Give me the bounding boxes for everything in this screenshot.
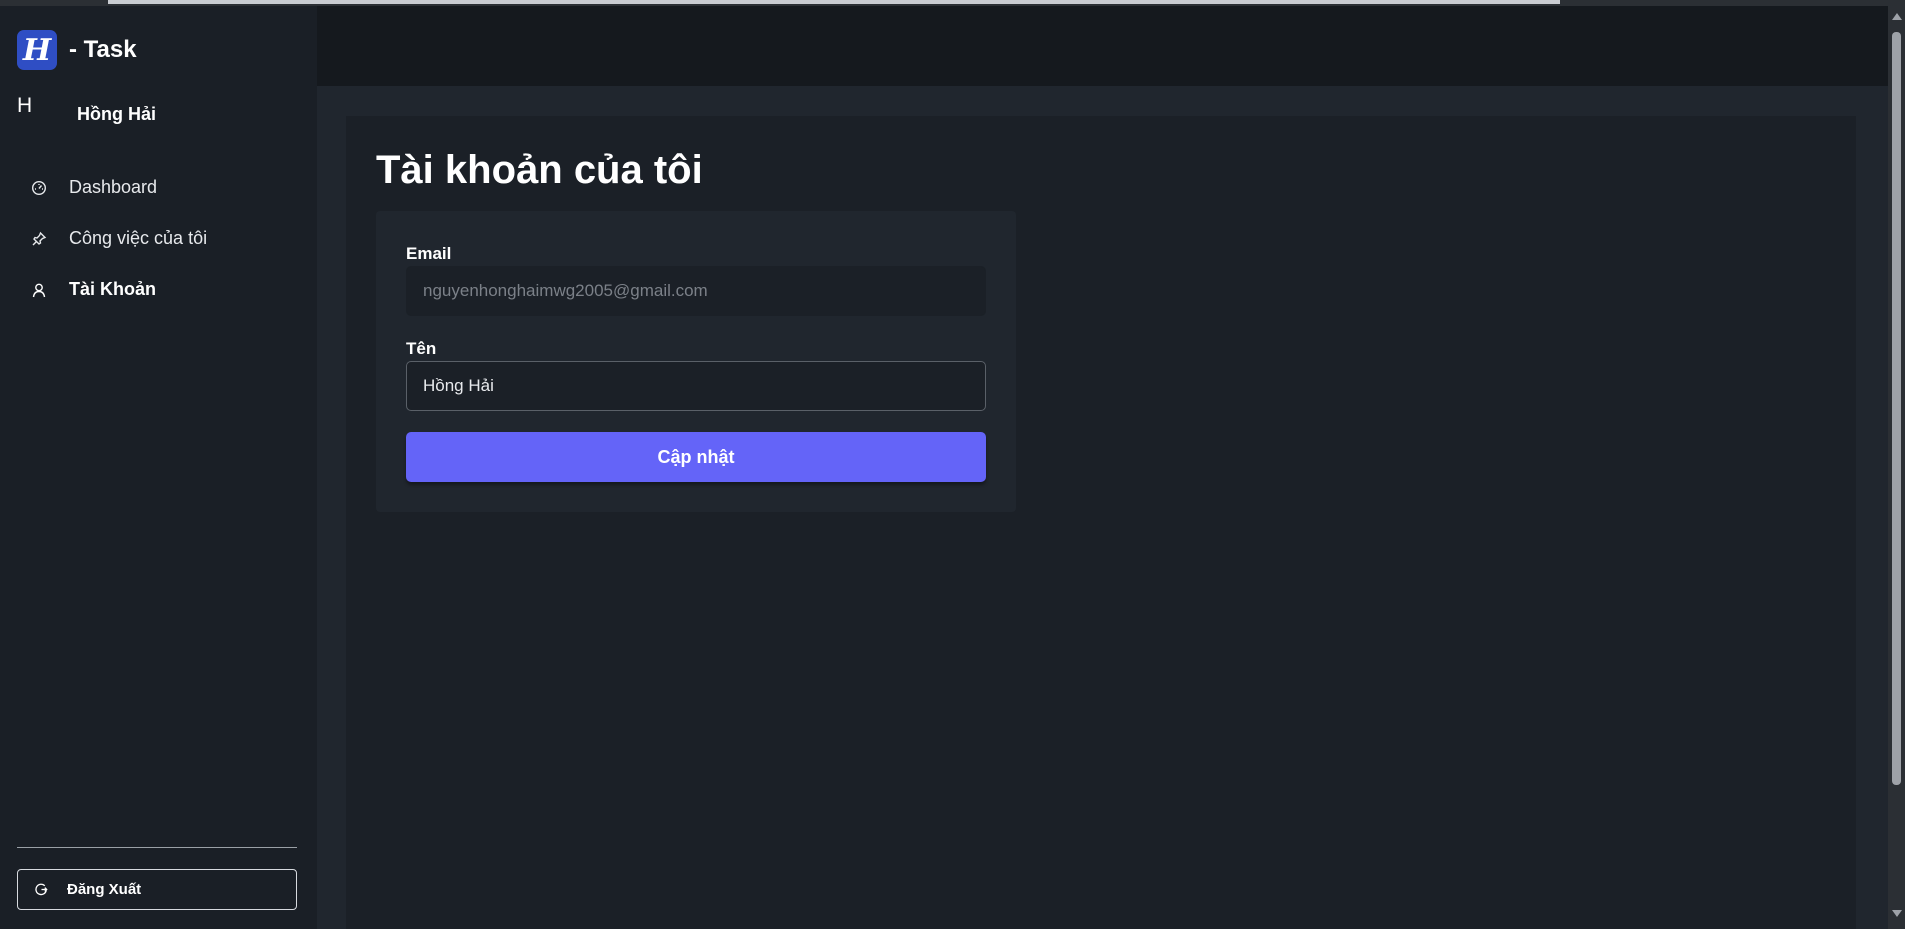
logout-icon bbox=[35, 883, 48, 896]
content-panel: Tài khoản của tôi Email Tên Cập nhật bbox=[346, 116, 1856, 929]
sidebar-item-label: Tài Khoản bbox=[69, 279, 157, 299]
logo-letter: H bbox=[22, 32, 52, 68]
page-title: Tài khoản của tôi bbox=[376, 148, 703, 192]
update-button[interactable]: Cập nhật bbox=[406, 432, 986, 482]
pin-icon bbox=[32, 231, 47, 245]
sidebar-divider bbox=[17, 847, 297, 848]
sidebar-nav: Dashboard Công việc của tôi Tài Khoản bbox=[17, 162, 297, 315]
user-name: Hồng Hải bbox=[77, 104, 156, 124]
logout-label: Đăng Xuất bbox=[67, 881, 142, 898]
scroll-down-arrow-icon[interactable] bbox=[1892, 910, 1902, 917]
scrollbar-thumb[interactable] bbox=[1892, 32, 1901, 785]
sidebar-item-label: Dashboard bbox=[69, 177, 158, 197]
account-form-card: Email Tên Cập nhật bbox=[376, 211, 1016, 512]
sidebar-item-account[interactable]: Tài Khoản bbox=[17, 264, 297, 315]
scroll-up-arrow-icon[interactable] bbox=[1892, 13, 1902, 20]
logout-button[interactable]: Đăng Xuất bbox=[17, 869, 297, 910]
window-top-highlight bbox=[108, 0, 1560, 4]
sidebar-item-label: Công việc của tôi bbox=[69, 228, 208, 248]
dashboard-gauge-icon bbox=[31, 180, 47, 195]
app-title: - Task bbox=[69, 36, 137, 63]
email-label: Email bbox=[406, 244, 452, 263]
main-area: Tài khoản của tôi Email Tên Cập nhật bbox=[317, 86, 1888, 929]
brand[interactable]: H - Task bbox=[17, 30, 137, 70]
email-field bbox=[406, 266, 986, 316]
name-field[interactable] bbox=[406, 361, 986, 411]
avatar: H bbox=[17, 94, 33, 117]
app-logo: H bbox=[17, 30, 57, 70]
sidebar: H - Task H Hồng Hải Dashboard Công việc … bbox=[0, 6, 317, 929]
page-scrollbar[interactable] bbox=[1888, 6, 1905, 929]
sidebar-item-dashboard[interactable]: Dashboard bbox=[17, 162, 297, 213]
name-label: Tên bbox=[406, 339, 437, 358]
top-header bbox=[317, 6, 1888, 86]
user-icon bbox=[32, 283, 46, 297]
sidebar-item-my-tasks[interactable]: Công việc của tôi bbox=[17, 213, 297, 264]
